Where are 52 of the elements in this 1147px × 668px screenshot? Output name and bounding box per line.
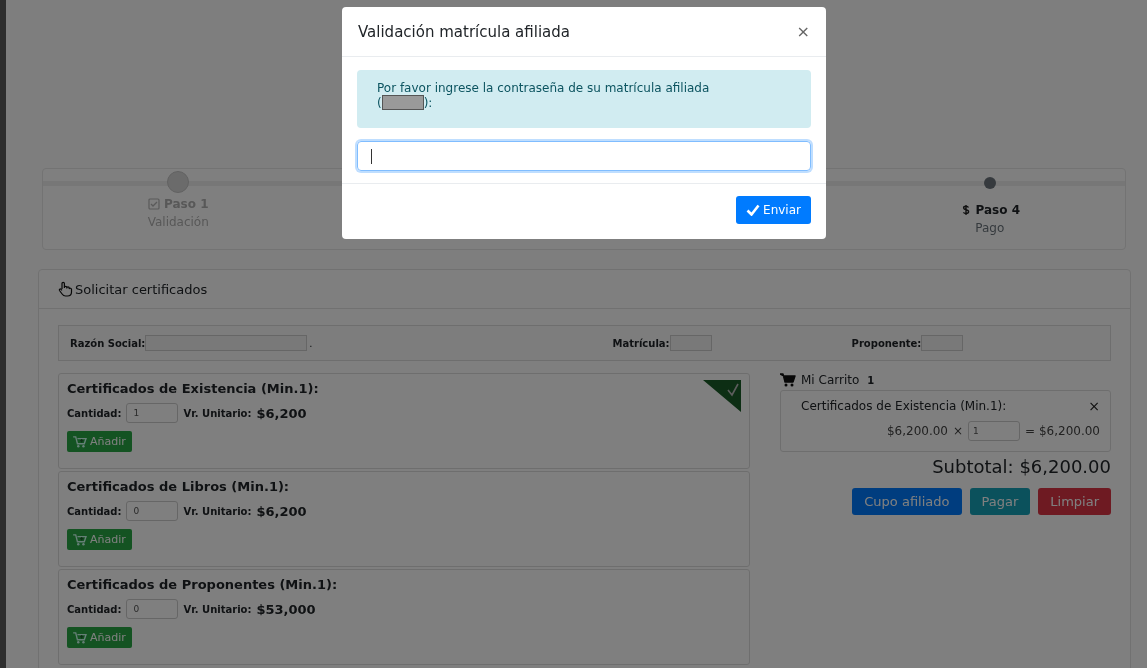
info-text: . — [309, 337, 313, 349]
product-title: Certificados de Proponentes (Min.1): — [67, 577, 338, 592]
cart-action-button[interactable]: Limpiar — [1038, 488, 1111, 515]
remove-button[interactable]: × — [1088, 399, 1100, 413]
checkbox-icon — [148, 198, 160, 210]
quantity-label: Cantidad: — [67, 407, 122, 419]
step-label: Paso 4 — [975, 203, 1020, 217]
cart-plus-icon — [73, 631, 87, 644]
redacted-box — [381, 95, 424, 110]
unit-price: $6,200 — [256, 503, 307, 519]
send-button[interactable]: Enviar — [736, 196, 811, 224]
quantity-label: Cantidad: — [67, 603, 122, 615]
close-button[interactable]: × — [796, 22, 810, 41]
quantity-field[interactable]: 1 — [968, 421, 1021, 441]
info-label: Proponente: — [851, 337, 922, 349]
password-field[interactable] — [357, 141, 811, 171]
alert-text: ): — [423, 95, 433, 110]
cart-title: Mi Carrito — [801, 373, 860, 387]
check-icon — [746, 204, 761, 216]
cart-plus-icon — [73, 435, 87, 448]
quantity-field[interactable]: 0 — [126, 599, 179, 619]
panel-title: Solicitar certificados — [75, 281, 208, 297]
cart-item-price: $6,200.00 — [886, 424, 948, 438]
hand-pointer-icon — [57, 281, 73, 297]
cart-action-button[interactable]: Pagar — [969, 488, 1031, 515]
cart-item-total: = $6,200.00 — [1025, 424, 1100, 438]
cart-icon — [780, 373, 796, 387]
times-sign: × — [953, 424, 964, 438]
cart-count: 1 — [867, 374, 875, 386]
alert-text: Por favor ingrese la contraseña de su matrícula afiliada — [377, 81, 710, 95]
unit-price-label: Vr. Unitario: — [183, 505, 252, 517]
unit-price-label: Vr. Unitario: — [183, 407, 252, 419]
info-label: Matrícula: — [612, 337, 670, 349]
quantity-label: Cantidad: — [67, 505, 122, 517]
alert-text: ( — [377, 95, 382, 110]
info-label: Razón Social: — [70, 337, 146, 349]
add-button[interactable]: Añadir — [67, 431, 132, 452]
product-title: Certificados de Existencia (Min.1): — [67, 381, 319, 396]
cart-plus-icon — [73, 533, 87, 546]
cart-action-button[interactable]: Cupo afiliado — [852, 488, 962, 515]
unit-price: $6,200 — [256, 405, 307, 421]
step-caption: Pago — [975, 221, 1005, 235]
add-button[interactable]: Añadir — [67, 529, 132, 550]
unit-price-label: Vr. Unitario: — [183, 603, 252, 615]
modal-title: Validación matrícula afiliada — [358, 22, 570, 41]
product-title: Certificados de Libros (Min.1): — [67, 479, 290, 494]
subtotal: Subtotal: $6,200.00 — [931, 456, 1111, 477]
quantity-field[interactable]: 0 — [126, 501, 179, 521]
cart-item-name: Certificados de Existencia (Min.1): — [801, 399, 1007, 413]
add-button[interactable]: Añadir — [67, 627, 132, 648]
quantity-field[interactable]: 1 — [126, 403, 179, 423]
unit-price: $53,000 — [256, 601, 316, 617]
